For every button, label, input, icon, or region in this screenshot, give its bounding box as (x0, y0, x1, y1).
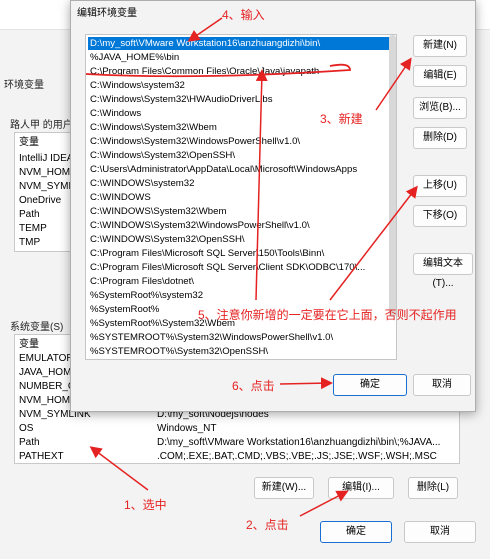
annotation-overlay (85, 17, 418, 517)
arrow-step5-b (329, 185, 418, 301)
arrow-step1 (89, 446, 149, 491)
annotation-step1: 1、选中 (124, 498, 167, 512)
arrow-step2 (299, 490, 349, 517)
arrow-step5-a (255, 69, 268, 301)
arrow-step4 (187, 17, 223, 42)
annotation-step2: 2、点击 (246, 518, 289, 532)
arrow-step3 (375, 57, 412, 111)
annotation-step5: 5、注意你新增的一定要在它上面，否则不起作用 (198, 308, 457, 322)
annotation-step3: 3、新建 (320, 112, 363, 126)
arrow-step6 (279, 377, 333, 390)
underline-mark (85, 63, 351, 78)
annotation-step6: 6、点击 (232, 379, 275, 393)
annotation-step4: 4、输入 (222, 8, 265, 22)
